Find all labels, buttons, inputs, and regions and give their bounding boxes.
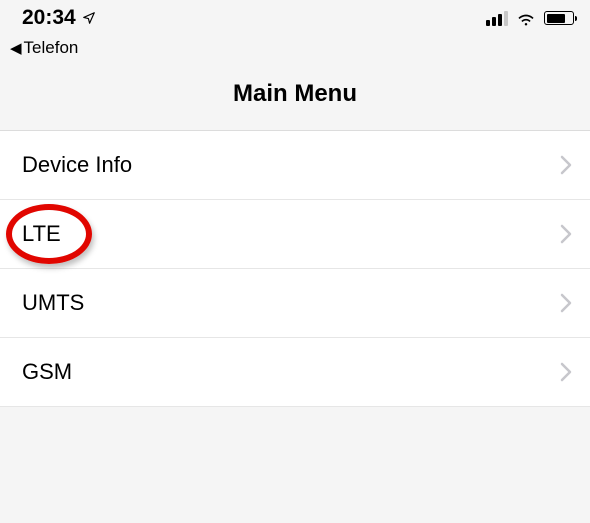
battery-icon [544, 11, 574, 25]
back-caret-icon: ◀ [10, 39, 22, 57]
location-icon [82, 11, 96, 25]
status-right [486, 10, 574, 26]
status-left: 20:34 [22, 6, 96, 30]
page-header: Main Menu [0, 58, 590, 131]
status-bar: 20:34 [0, 0, 590, 36]
cellular-signal-icon [486, 10, 508, 26]
main-menu-list: Device Info LTE UMTS GSM [0, 131, 590, 407]
chevron-right-icon [560, 224, 572, 244]
wifi-icon [516, 10, 536, 26]
menu-item-label: UMTS [22, 290, 84, 316]
chevron-right-icon [560, 362, 572, 382]
menu-item-gsm[interactable]: GSM [0, 338, 590, 407]
page-title: Main Menu [0, 80, 590, 108]
chevron-right-icon [560, 155, 572, 175]
menu-item-umts[interactable]: UMTS [0, 269, 590, 338]
back-label: Telefon [24, 38, 79, 58]
menu-item-device-info[interactable]: Device Info [0, 131, 590, 200]
menu-item-label: GSM [22, 359, 72, 385]
chevron-right-icon [560, 293, 572, 313]
menu-item-label: LTE [22, 221, 61, 247]
menu-item-lte[interactable]: LTE [0, 200, 590, 269]
menu-item-label: Device Info [22, 152, 132, 178]
back-to-app[interactable]: ◀ Telefon [0, 36, 590, 58]
status-time: 20:34 [22, 6, 76, 30]
